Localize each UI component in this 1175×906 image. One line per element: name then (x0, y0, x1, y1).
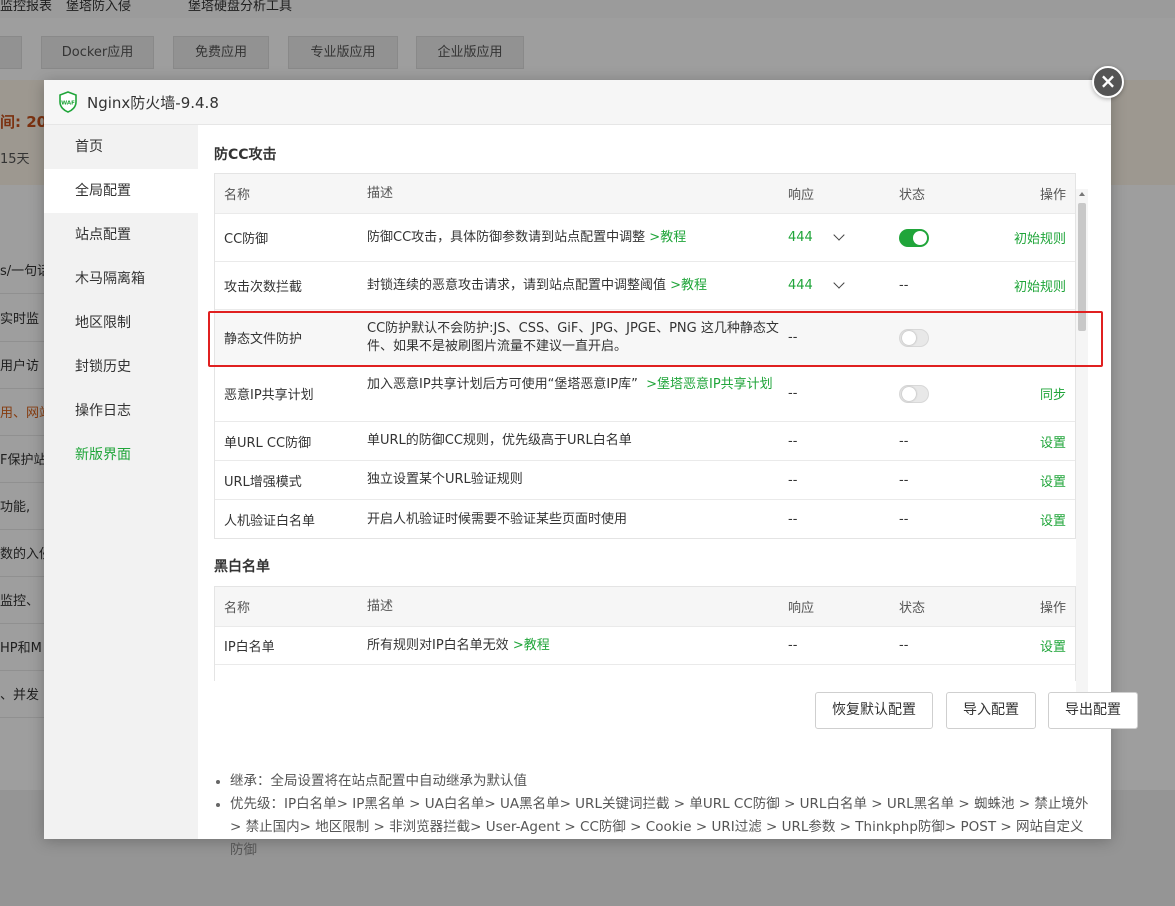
section-title-blackwhite: 黑白名单 (214, 559, 270, 575)
modal-content: 防CC攻击 名称 描述 响应 状态 操作 CC防御 防御CC攻击，具体防御参数请… (198, 125, 1138, 858)
sidebar-item-new-ui[interactable]: 新版界面 (44, 433, 198, 477)
response-select[interactable]: 444 (788, 262, 888, 309)
table-row: CC防御 防御CC攻击，具体防御参数请到站点配置中调整 >教程 444 初始规则 (215, 214, 1075, 262)
row-name: URL增强模式 (224, 474, 302, 490)
sidebar-item-operation-log[interactable]: 操作日志 (44, 389, 198, 433)
ip-share-link[interactable]: >堡塔恶意IP共享计划 (646, 377, 773, 392)
modal-header: WAF Nginx防火墙-9.4.8 (44, 80, 1111, 125)
scroll-up-icon[interactable] (1079, 192, 1085, 196)
chevron-down-icon (833, 228, 845, 241)
table-row: 攻击次数拦截 封锁连续的恶意攻击请求，请到站点配置中调整阈值 >教程 444 -… (215, 262, 1075, 310)
note-item: 继承：全局设置将在站点配置中自动继承为默认值 (214, 770, 1094, 793)
table-row: 单URL CC防御 单URL的防御CC规则，优先级高于URL白名单 -- -- … (215, 422, 1075, 461)
row-response: -- (788, 433, 798, 449)
row-response: -- (788, 512, 798, 527)
sidebar-item-trojan-quarantine[interactable]: 木马隔离箱 (44, 257, 198, 301)
close-icon[interactable]: × (1092, 66, 1124, 98)
row-desc: 封锁连续的恶意攻击请求，请到站点配置中调整阈值 >教程 (367, 262, 783, 309)
col-header-name: 名称 (224, 188, 251, 203)
waf-modal: WAF Nginx防火墙-9.4.8 首页 全局配置 站点配置 木马隔离箱 地区… (44, 80, 1138, 858)
waf-shield-icon: WAF (59, 91, 77, 113)
settings-link[interactable]: 设置 (966, 461, 1066, 499)
row-name: 人机验证白名单 (224, 514, 316, 529)
sync-link[interactable]: 同步 (966, 366, 1066, 421)
content-scrollbar[interactable] (1076, 189, 1088, 723)
blackwhite-table: 名称 描述 响应 状态 操作 IP白名单 所有规则对IP白名单无效 >教程 --… (214, 586, 1076, 681)
tutorial-link[interactable]: >教程 (513, 637, 550, 655)
response-code: 444 (788, 278, 813, 293)
init-rule-link[interactable]: 初始规则 (966, 214, 1066, 261)
row-response: -- (788, 472, 798, 488)
table-row: URL增强模式 独立设置某个URL验证规则 -- -- 设置 (215, 461, 1075, 500)
response-select[interactable]: 444 (788, 214, 888, 261)
row-name: 单URL CC防御 (224, 435, 312, 451)
table-row: 恶意IP共享计划 加入恶意IP共享计划后方可使用“堡塔恶意IP库” >堡塔恶意I… (215, 366, 1075, 422)
row-name: IP白名单 (224, 640, 275, 655)
highlight-box (208, 311, 1103, 367)
settings-link[interactable]: 设置 (966, 500, 1066, 539)
table-header-row: 名称 描述 响应 状态 操作 (215, 587, 1075, 627)
col-header-name: 名称 (224, 601, 251, 616)
row-desc: 防御CC攻击，具体防御参数请到站点配置中调整 >教程 (367, 214, 783, 261)
table-row: 人机验证白名单 开启人机验证时候需要不验证某些页面时使用 -- -- 设置 (215, 500, 1075, 539)
row-response: -- (788, 638, 798, 653)
sidebar-item-region-limit[interactable]: 地区限制 (44, 301, 198, 345)
svg-text:WAF: WAF (61, 101, 75, 107)
col-header-op: 操作 (1039, 188, 1066, 203)
row-desc: 独立设置某个URL验证规则 (367, 472, 523, 487)
row-desc-text: 加入恶意IP共享计划后方可使用“堡塔恶意IP库” (367, 377, 638, 392)
col-header-resp: 响应 (788, 601, 815, 616)
export-config-button[interactable]: 导出配置 (1048, 692, 1138, 729)
sidebar-item-global-config[interactable]: 全局配置 (44, 169, 198, 213)
row-desc-text: 封锁连续的恶意攻击请求，请到站点配置中调整阈值 (367, 277, 667, 293)
table-row: IP白名单 所有规则对IP白名单无效 >教程 -- -- 设置 (215, 627, 1075, 665)
row-name: 攻击次数拦截 (224, 280, 303, 295)
settings-link[interactable]: 设置 (966, 422, 1066, 460)
col-header-op: 操作 (1039, 601, 1066, 616)
row-desc: 所有规则对IP白名单无效 >教程 (367, 627, 783, 664)
import-config-button[interactable]: 导入配置 (946, 692, 1036, 729)
status-toggle-on[interactable] (899, 228, 929, 247)
tutorial-link[interactable]: >教程 (649, 229, 686, 247)
row-desc: 加入恶意IP共享计划后方可使用“堡塔恶意IP库” >堡塔恶意IP共享计划 (367, 366, 783, 421)
col-header-resp: 响应 (788, 188, 815, 203)
row-desc: 开启人机验证时候需要不验证某些页面时使用 (367, 511, 628, 527)
init-rule-link[interactable]: 初始规则 (966, 262, 1066, 309)
section-title-cc: 防CC攻击 (214, 147, 277, 163)
sidebar-item-home[interactable]: 首页 (44, 125, 198, 169)
row-desc-text: 所有规则对IP白名单无效 (367, 637, 509, 653)
col-header-desc: 描述 (367, 598, 394, 614)
sidebar-item-block-history[interactable]: 封锁历史 (44, 345, 198, 389)
row-desc: 单URL的防御CC规则，优先级高于URL白名单 (367, 433, 632, 448)
chevron-down-icon (833, 276, 845, 289)
sidebar-item-site-config[interactable]: 站点配置 (44, 213, 198, 257)
restore-default-button[interactable]: 恢复默认配置 (815, 692, 933, 729)
note-item: 优先级：IP白名单> IP黑名单 > UA白名单> UA黑名单> URL关键词拦… (214, 793, 1094, 862)
row-response: -- (788, 386, 798, 401)
settings-link[interactable]: 设置 (966, 627, 1066, 664)
notes-list: 继承：全局设置将在站点配置中自动继承为默认值 优先级：IP白名单> IP黑名单 … (214, 770, 1094, 862)
row-name: 恶意IP共享计划 (224, 388, 314, 403)
row-desc-text: 防御CC攻击，具体防御参数请到站点配置中调整 (367, 229, 646, 245)
response-code: 444 (788, 230, 813, 245)
table-header-row: 名称 描述 响应 状态 操作 (215, 174, 1075, 214)
row-name: CC防御 (224, 232, 269, 247)
status-toggle-off[interactable] (899, 384, 929, 403)
col-header-desc: 描述 (367, 185, 394, 201)
tutorial-link[interactable]: >教程 (670, 277, 707, 295)
modal-title: Nginx防火墙-9.4.8 (87, 94, 219, 112)
modal-sidebar: 首页 全局配置 站点配置 木马隔离箱 地区限制 封锁历史 操作日志 新版界面 (44, 125, 198, 839)
